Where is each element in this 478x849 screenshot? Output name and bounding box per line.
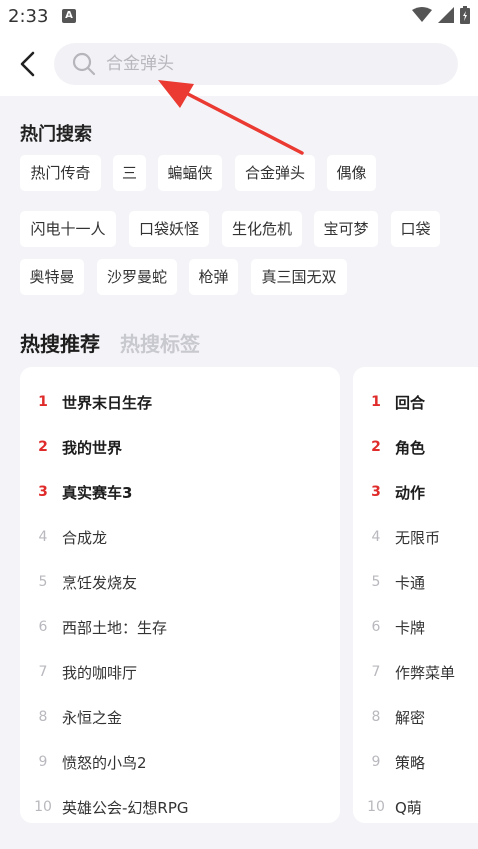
list-item[interactable]: 5 卡通 — [353, 567, 425, 597]
list-item[interactable]: 3 动作 — [353, 477, 425, 507]
bottom-spacer — [0, 823, 478, 849]
rank-number: 7 — [371, 664, 381, 680]
status-bar: 2:33 A — [0, 0, 478, 34]
list-item-label: 解密 — [395, 708, 426, 727]
rank-number: 3 — [371, 484, 381, 500]
list-item[interactable]: 8 解密 — [353, 702, 425, 732]
list-item-label: 角色 — [395, 438, 426, 457]
list-item[interactable]: 2 角色 — [353, 432, 425, 462]
app-notification-icon: A — [62, 9, 76, 23]
rank-number: 10 — [34, 799, 52, 815]
rank-number: 4 — [38, 529, 48, 545]
ranking-tabs: 热搜推荐 热搜标签 — [20, 328, 200, 357]
hot-search-chip[interactable]: 蝙蝠侠 — [158, 155, 222, 191]
list-item[interactable]: 9 策略 — [353, 747, 425, 777]
rank-number: 2 — [38, 439, 48, 455]
hot-search-chip[interactable]: 奥特曼 — [20, 259, 84, 295]
status-indicators — [412, 6, 470, 24]
back-button[interactable] — [12, 49, 42, 79]
rank-number: 9 — [38, 754, 48, 770]
rank-number: 6 — [38, 619, 48, 635]
list-item-label: 无限币 — [395, 528, 441, 547]
list-item-label: 回合 — [395, 393, 426, 412]
chevron-left-icon — [20, 51, 35, 77]
hot-search-chip[interactable]: 热门传奇 — [20, 155, 101, 191]
hot-search-chip[interactable]: 偶像 — [327, 155, 376, 191]
list-item-label: 世界末日生存 — [62, 393, 153, 412]
list-item[interactable]: 7 作弊菜单 — [353, 657, 455, 687]
rank-number: 5 — [38, 574, 48, 590]
rank-number: 7 — [38, 664, 48, 680]
list-item[interactable]: 6 西部土地：生存 — [20, 612, 167, 642]
list-item[interactable]: 4 无限币 — [353, 522, 440, 552]
hot-search-chip[interactable]: 口袋妖怪 — [129, 211, 209, 247]
list-item[interactable]: 3 真实赛车3 — [20, 477, 132, 507]
list-item[interactable]: 8 永恒之金 — [20, 702, 122, 732]
tab-hot-tags[interactable]: 热搜标签 — [120, 328, 200, 357]
list-item[interactable]: 5 烹饪发烧友 — [20, 567, 137, 597]
hot-search-chip[interactable]: 三 — [113, 155, 146, 191]
list-item-label: 合成龙 — [62, 528, 108, 547]
rank-number: 6 — [371, 619, 381, 635]
list-item[interactable]: 7 我的咖啡厅 — [20, 657, 137, 687]
list-item-label: Q萌 — [395, 798, 422, 817]
battery-icon — [460, 6, 470, 24]
hot-recommend-card: 1 世界末日生存 2 我的世界 3 真实赛车3 4 合成龙 5 烹饪发烧友 6 … — [20, 367, 340, 823]
list-item[interactable]: 6 卡牌 — [353, 612, 425, 642]
hot-search-chip[interactable]: 沙罗曼蛇 — [97, 259, 177, 295]
rank-number: 10 — [367, 799, 385, 815]
hot-tags-card: 1 回合 2 角色 3 动作 4 无限币 5 卡通 6 卡牌 7 作弊菜单 8 … — [353, 367, 478, 823]
rank-number: 1 — [38, 394, 48, 410]
rank-number: 2 — [371, 439, 381, 455]
list-item-label: 烹饪发烧友 — [62, 573, 138, 592]
list-item[interactable]: 10 Q萌 — [353, 792, 422, 822]
list-item-label: 西部土地：生存 — [62, 618, 168, 637]
list-item-label: 我的咖啡厅 — [62, 663, 138, 682]
hot-search-chip[interactable]: 真三国无双 — [251, 259, 347, 295]
hot-search-chip[interactable]: 宝可梦 — [314, 211, 378, 247]
list-item[interactable]: 2 我的世界 — [20, 432, 122, 462]
list-item[interactable]: 10 英雄公会-幻想RPG — [20, 792, 189, 822]
search-bar[interactable] — [54, 43, 458, 85]
list-item[interactable]: 1 回合 — [353, 387, 425, 417]
rank-number: 8 — [371, 709, 381, 725]
rank-number: 8 — [38, 709, 48, 725]
hot-search-chip[interactable]: 枪弹 — [189, 259, 238, 295]
list-item-label: 我的世界 — [62, 438, 123, 457]
hot-search-chip[interactable]: 闪电十一人 — [20, 211, 116, 247]
hot-search-title: 热门搜索 — [20, 124, 92, 145]
hot-search-chip[interactable]: 生化危机 — [222, 211, 302, 247]
search-input[interactable] — [106, 54, 426, 74]
rank-number: 4 — [371, 529, 381, 545]
rank-number: 9 — [371, 754, 381, 770]
list-item-label: 卡通 — [395, 573, 426, 592]
rank-number: 5 — [371, 574, 381, 590]
hot-search-chip[interactable]: 口袋 — [391, 211, 440, 247]
search-header — [0, 34, 478, 96]
rank-number: 1 — [371, 394, 381, 410]
list-item[interactable]: 9 愤怒的小鸟2 — [20, 747, 147, 777]
search-icon — [72, 52, 96, 76]
list-item-label: 永恒之金 — [62, 708, 123, 727]
status-time: 2:33 — [8, 6, 49, 27]
list-item-label: 卡牌 — [395, 618, 426, 637]
list-item[interactable]: 4 合成龙 — [20, 522, 107, 552]
hot-search-chip[interactable]: 合金弹头 — [235, 155, 315, 191]
list-item-label: 英雄公会-幻想RPG — [62, 798, 189, 817]
list-item-label: 策略 — [395, 753, 426, 772]
list-item-label: 作弊菜单 — [395, 663, 456, 682]
list-item-label: 真实赛车3 — [62, 483, 133, 502]
list-item[interactable]: 1 世界末日生存 — [20, 387, 152, 417]
wifi-icon — [412, 7, 432, 22]
list-item-label: 动作 — [395, 483, 426, 502]
tab-hot-recommend[interactable]: 热搜推荐 — [20, 328, 100, 357]
list-item-label: 愤怒的小鸟2 — [62, 753, 147, 772]
signal-icon — [438, 7, 454, 23]
rank-number: 3 — [38, 484, 48, 500]
